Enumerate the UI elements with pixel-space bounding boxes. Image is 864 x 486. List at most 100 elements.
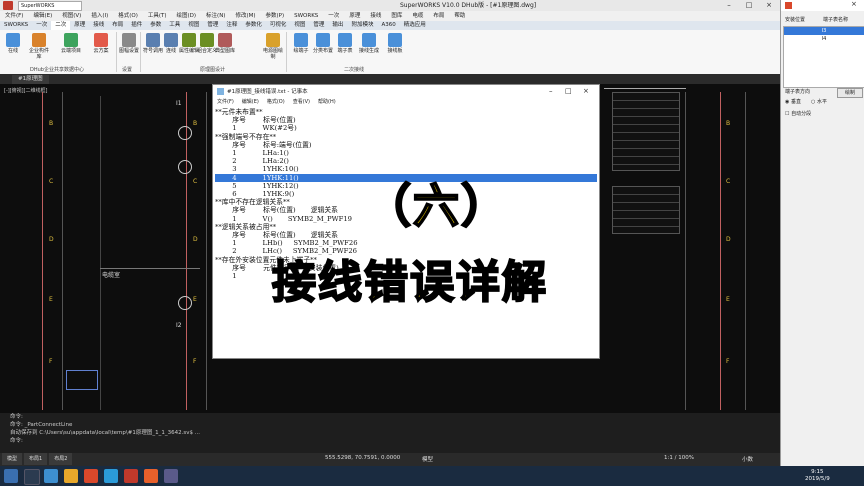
app-icon[interactable] — [3, 1, 13, 10]
menu-item[interactable]: 电缆 — [407, 11, 428, 21]
ribbon-tab[interactable]: 布局 — [108, 21, 127, 30]
combine-icon — [200, 33, 214, 47]
app-icon[interactable] — [164, 469, 178, 483]
ribbon-tab[interactable]: 输出 — [328, 21, 347, 30]
browser-icon[interactable] — [44, 469, 58, 483]
ribbon-tab[interactable]: 接线 — [89, 21, 108, 30]
scale-indicator[interactable]: 1:1 / 100% — [664, 455, 694, 461]
menu-item[interactable]: 工具(T) — [143, 11, 172, 21]
mode-indicator[interactable]: 模型 — [422, 455, 433, 463]
group-label: DHub企业共享数据中心 — [30, 67, 84, 73]
ribbon-tab[interactable]: 一次 — [32, 21, 51, 30]
wiring-board-button[interactable]: 接线板 — [384, 33, 406, 54]
notepad-close-button[interactable]: × — [583, 87, 589, 95]
frame-setting-button[interactable]: 图幅设置 — [118, 33, 140, 54]
view-label[interactable]: [-][俯视][二维线框] — [4, 87, 48, 94]
ribbon-tab[interactable]: 注释 — [222, 21, 241, 30]
menu-item[interactable]: 一次 — [323, 11, 344, 21]
ribbon-tab[interactable]: 工具 — [165, 21, 184, 30]
terminal-table-button[interactable]: 端子表 — [334, 33, 356, 54]
enterprise-library-button[interactable]: 企业构件库 — [28, 33, 50, 60]
classify-layout-button[interactable]: 分类布置 — [312, 33, 334, 54]
start-icon[interactable] — [4, 469, 18, 483]
menu-item[interactable]: 参数(P) — [261, 11, 290, 21]
power-diagram-button[interactable]: 电源图绘制 — [262, 33, 284, 60]
menu-item[interactable]: 格式(O) — [113, 11, 143, 21]
quick-access-box[interactable]: SuperWORKS — [18, 1, 82, 11]
vertical-radio[interactable]: ◉ 垂直 — [785, 98, 801, 105]
notepad-menu-item[interactable]: 查看(V) — [289, 98, 314, 107]
ribbon-tab[interactable]: 插件 — [127, 21, 146, 30]
ribbon-tab[interactable]: 原理 — [70, 21, 89, 30]
menu-item[interactable]: 帮助 — [449, 11, 470, 21]
ribbon-tab[interactable]: 附加模块 — [347, 21, 377, 30]
notepad-title: #1原理图_接线错误.txt - 记事本 — [227, 89, 308, 95]
draw-button[interactable]: 绘制 — [837, 88, 863, 98]
auto-split-checkbox[interactable]: ☐ 自动分段 — [785, 110, 811, 117]
system-clock[interactable]: 9:15 2019/5/9 — [805, 469, 830, 483]
layout-tab[interactable]: 布局2 — [49, 453, 73, 465]
ribbon-tab[interactable]: 精选应用 — [400, 21, 430, 30]
command-line: 自动保存到 C:\Users\su\appdata\local\temp\#1原… — [10, 430, 200, 436]
ribbon-tab[interactable]: 可视化 — [266, 21, 291, 30]
ribbon-tab[interactable]: 视图 — [290, 21, 309, 30]
menu-item[interactable]: SWORKS — [289, 11, 323, 21]
minimize-button[interactable]: – — [720, 0, 738, 11]
model-tab[interactable]: 模型 — [2, 453, 23, 465]
horizontal-radio[interactable]: ○ 水平 — [811, 98, 827, 105]
wiring-generate-button[interactable]: 接线生成 — [358, 33, 380, 54]
notepad-minimize-button[interactable]: – — [549, 87, 553, 95]
notepad-menu-item[interactable]: 帮助(H) — [314, 98, 340, 107]
notepad-menu-item[interactable]: 格式(O) — [263, 98, 289, 107]
menu-item[interactable]: 接线 — [365, 11, 386, 21]
terminal-table-drawing — [612, 92, 680, 171]
layout-tab[interactable]: 布局1 — [24, 453, 48, 465]
terminal-list[interactable]: I3 I4 — [783, 26, 864, 88]
close-button[interactable]: × — [760, 0, 778, 11]
units-indicator[interactable]: 小数 — [742, 455, 753, 463]
ribbon-tab[interactable]: 管理 — [203, 21, 222, 30]
draw-terminal-button[interactable]: 绘端子 — [290, 33, 312, 54]
ribbon-tab[interactable]: 管理 — [309, 21, 328, 30]
app-icon[interactable] — [144, 469, 158, 483]
maximize-button[interactable]: □ — [740, 0, 758, 11]
ribbon-tab[interactable]: A360 — [377, 21, 399, 30]
ribbon-tab[interactable]: SWORKS — [0, 21, 32, 30]
app-icon[interactable] — [84, 469, 98, 483]
online-button[interactable]: 在线 — [2, 33, 24, 54]
menu-item[interactable]: 编辑(E) — [28, 11, 57, 21]
text-line: 序号 标号:端号(位置) — [215, 140, 312, 149]
ribbon-tab[interactable]: 参数化 — [241, 21, 266, 30]
cloud-icon — [64, 33, 78, 47]
app-icon[interactable] — [124, 469, 138, 483]
menu-item[interactable]: 布局 — [428, 11, 449, 21]
group-label: 原理图设计 — [200, 67, 226, 73]
menu-item[interactable]: 修改(M) — [230, 11, 260, 21]
ribbon-tab[interactable]: 视图 — [184, 21, 203, 30]
panel-close-button[interactable]: × — [851, 0, 857, 8]
terminal-list-row[interactable]: I4 — [784, 35, 864, 43]
menu-item[interactable]: 标注(N) — [201, 11, 230, 21]
notepad-maximize-button[interactable]: □ — [565, 87, 572, 95]
cloud-scheme-button[interactable]: 云方案 — [90, 33, 112, 54]
terminal-list-row-selected[interactable]: I3 — [784, 27, 864, 35]
menu-item[interactable]: 绘图(D) — [172, 11, 202, 21]
line-icon — [164, 33, 178, 47]
notepad-menu-item[interactable]: 文件(F) — [213, 98, 238, 107]
command-window[interactable]: 命令: 命令: _PartConnectLine 自动保存到 C:\Users\… — [0, 413, 780, 453]
folder-icon[interactable] — [64, 469, 78, 483]
menu-item[interactable]: 原理 — [344, 11, 365, 21]
search-icon[interactable] — [24, 469, 40, 485]
cloud-project-button[interactable]: 云端项目 — [60, 33, 82, 54]
notepad-menu-item[interactable]: 编辑(E) — [238, 98, 263, 107]
attribute-icon — [182, 33, 196, 47]
menu-item[interactable]: 插入(I) — [86, 11, 113, 21]
ribbon-tab-active[interactable]: 二次 — [51, 21, 71, 30]
menu-item[interactable]: 视图(V) — [57, 11, 86, 21]
document-tab[interactable]: #1原理图 — [12, 75, 49, 84]
menu-item[interactable]: 图库 — [386, 11, 407, 21]
ribbon-tab[interactable]: 参数 — [146, 21, 165, 30]
typical-library-button[interactable]: 典型图库 — [214, 33, 236, 54]
app-icon[interactable] — [104, 469, 118, 483]
menu-item[interactable]: 文件(F) — [0, 11, 28, 21]
